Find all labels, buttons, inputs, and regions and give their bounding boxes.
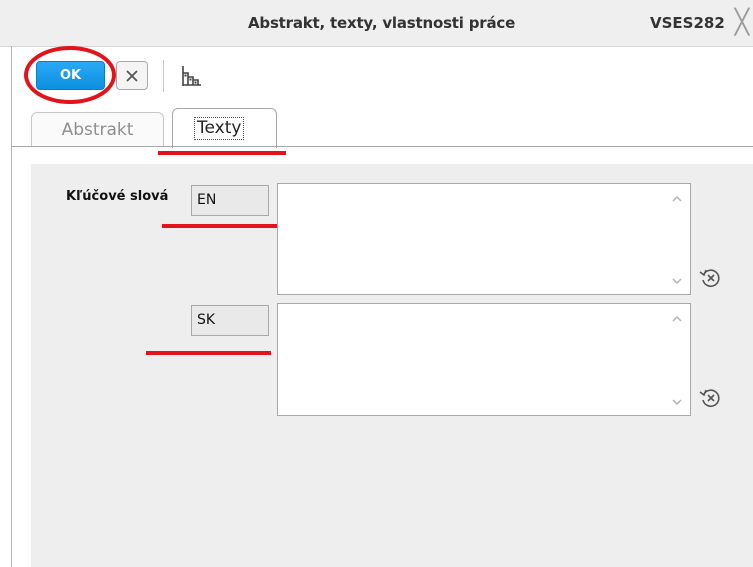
- keywords-en-textarea[interactable]: [277, 183, 691, 295]
- title-bar: Abstrakt, texty, vlastnosti práce VSES28…: [0, 0, 753, 47]
- tab-strip-border: [11, 146, 753, 147]
- tab-texty[interactable]: Texty: [172, 108, 277, 148]
- scroll-down-icon[interactable]: [670, 274, 684, 288]
- reset-clear-icon[interactable]: [698, 265, 724, 291]
- window-code: VSES282: [650, 14, 725, 32]
- tab-abstrakt[interactable]: Abstrakt: [31, 112, 164, 146]
- annotation-underline-keywords: [162, 224, 286, 228]
- scroll-down-icon[interactable]: [670, 395, 684, 409]
- annotation-underline-tab: [158, 151, 286, 155]
- close-icon: [126, 69, 138, 82]
- keywords-label: Kľúčové slová: [66, 189, 169, 204]
- language-sk-box: SK: [191, 305, 269, 336]
- toolbar-separator: [163, 60, 164, 92]
- annotation-circle: [24, 46, 116, 104]
- window-title: Abstrakt, texty, vlastnosti práce: [248, 14, 516, 32]
- scroll-up-icon[interactable]: [670, 312, 684, 326]
- keywords-sk-textarea[interactable]: [277, 303, 691, 416]
- scroll-up-icon[interactable]: [670, 192, 684, 206]
- annotation-underline-sk: [146, 351, 271, 355]
- tab-texty-label: Texty: [194, 117, 245, 140]
- language-en-box: EN: [191, 185, 269, 216]
- hierarchy-icon[interactable]: [179, 64, 203, 88]
- close-x-icon[interactable]: ╳: [730, 8, 753, 36]
- cancel-button[interactable]: [116, 61, 148, 90]
- reset-clear-icon[interactable]: [698, 385, 724, 411]
- window-left-border: [11, 46, 12, 567]
